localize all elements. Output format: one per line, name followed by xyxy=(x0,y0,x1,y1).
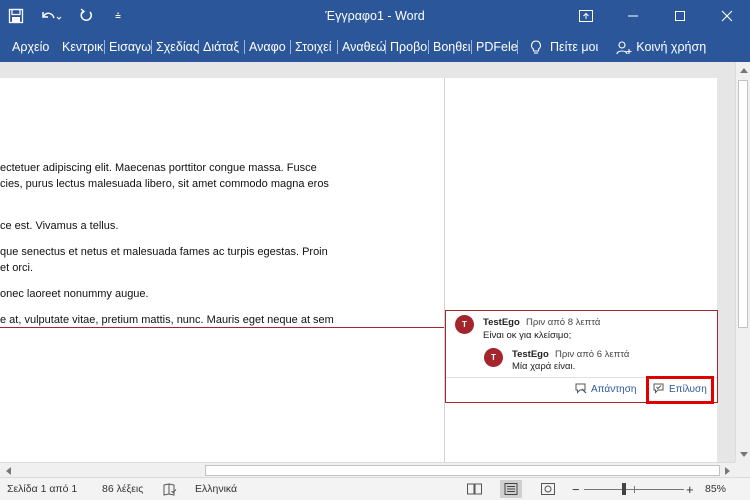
customize-qat-button[interactable]: ⩮ xyxy=(102,0,134,32)
reply-icon xyxy=(575,383,587,394)
undo-icon xyxy=(42,12,62,20)
redo-button[interactable] xyxy=(70,0,102,32)
tab-insert[interactable]: Εισαγω xyxy=(105,32,151,62)
window-controls xyxy=(562,0,750,32)
print-layout-button[interactable] xyxy=(500,480,522,498)
tab-file[interactable]: Αρχείο xyxy=(0,32,58,62)
web-layout-button[interactable] xyxy=(537,480,559,498)
horizontal-scrollbar[interactable] xyxy=(0,462,735,477)
resolve-icon xyxy=(653,383,664,394)
tab-design[interactable]: Σχεδίας xyxy=(152,32,198,62)
save-button[interactable] xyxy=(0,0,32,32)
reply-text: Μία χαρά είναι. xyxy=(512,361,576,372)
scroll-down-arrow[interactable] xyxy=(736,447,750,462)
document-body[interactable]: ectetuer adipiscing elit. Maecenas portt… xyxy=(0,78,444,462)
maximize-button[interactable] xyxy=(656,0,703,32)
zoom-slider-thumb[interactable] xyxy=(622,483,626,495)
resolve-button[interactable]: Επίλυση xyxy=(653,383,707,395)
close-button[interactable] xyxy=(703,0,750,32)
comment-divider xyxy=(446,377,717,378)
zoom-in-button[interactable]: + xyxy=(686,478,694,500)
page-count[interactable]: Σελίδα 1 από 1 xyxy=(7,478,77,500)
chevron-left-icon xyxy=(5,466,11,475)
document-line: et orci. xyxy=(0,262,34,274)
proofing-status[interactable] xyxy=(163,478,177,500)
read-mode-button[interactable] xyxy=(463,480,485,498)
redo-icon xyxy=(80,8,92,22)
save-icon xyxy=(8,8,24,24)
customize-qat-icon: ⩮ xyxy=(115,10,121,22)
print-layout-icon xyxy=(504,483,518,495)
comment-thread[interactable]: T TestEgo Πριν από 8 λεπτά Είναι οκ για … xyxy=(445,310,718,403)
zoom-out-button[interactable]: − xyxy=(572,478,580,500)
avatar: T xyxy=(455,315,474,334)
minimize-icon xyxy=(627,15,638,17)
vertical-scroll-thumb[interactable] xyxy=(738,80,748,328)
tab-mailings[interactable]: Στοιχεί xyxy=(291,32,337,62)
lightbulb-icon xyxy=(531,39,541,54)
tab-home[interactable]: Κεντρικ xyxy=(58,32,104,62)
document-line: cies, purus lectus malesuada libero, sit… xyxy=(0,178,329,190)
tab-review[interactable]: Αναθεώ xyxy=(338,32,385,62)
reply-button[interactable]: Απάντηση xyxy=(575,383,636,395)
tab-view[interactable]: Προβο xyxy=(386,32,428,62)
undo-button[interactable] xyxy=(32,0,70,32)
maximize-icon xyxy=(674,11,685,21)
read-mode-icon xyxy=(466,483,482,495)
share-button[interactable]: Κοινή χρήση xyxy=(598,32,706,62)
scroll-right-arrow[interactable] xyxy=(720,463,735,478)
reply-time: Πριν από 6 λεπτά xyxy=(555,349,630,360)
chevron-down-icon xyxy=(739,451,748,457)
zoom-level[interactable]: 85% xyxy=(705,478,726,500)
vertical-scrollbar[interactable] xyxy=(735,62,750,462)
avatar: T xyxy=(484,348,503,367)
scrollbar-corner xyxy=(735,462,750,477)
title-bar: ⩮ Έγγραφο1 - Word xyxy=(0,0,750,32)
language-indicator[interactable]: Ελληνικά xyxy=(195,478,237,500)
close-icon xyxy=(721,10,732,22)
tell-me-search[interactable]: Πείτε μοι xyxy=(518,32,598,62)
ribbon-display-options-icon xyxy=(578,10,593,22)
document-line: que senectus et netus et malesuada fames… xyxy=(0,246,328,258)
reply-label: Απάντηση xyxy=(591,383,637,395)
horizontal-scroll-thumb[interactable] xyxy=(205,465,720,476)
ribbon-tabs: Αρχείο Κεντρικ Εισαγω Σχεδίας Διάταξ Ανα… xyxy=(0,32,750,62)
comment-text: Είναι οκ για κλείσιμο; xyxy=(483,330,572,341)
status-bar: Σελίδα 1 από 1 86 λέξεις Ελληνικά − + 85… xyxy=(0,477,750,500)
resolve-label: Επίλυση xyxy=(669,383,707,395)
scroll-up-arrow[interactable] xyxy=(736,62,750,77)
minimize-button[interactable] xyxy=(609,0,656,32)
comment-author: TestEgo xyxy=(483,317,520,328)
tab-references[interactable]: Αναφο xyxy=(245,32,290,62)
quick-access-toolbar: ⩮ xyxy=(0,0,134,32)
share-person-icon xyxy=(616,40,632,54)
tab-help[interactable]: Βοηθει xyxy=(429,32,471,62)
tab-pdfelement[interactable]: PDFelei xyxy=(472,32,517,62)
document-area: ectetuer adipiscing elit. Maecenas portt… xyxy=(0,62,735,462)
chevron-right-icon xyxy=(724,466,730,475)
tab-layout[interactable]: Διάταξ xyxy=(199,32,244,62)
markup-area: T TestEgo Πριν από 8 λεπτά Είναι οκ για … xyxy=(444,78,718,462)
commented-line: e at, vulputate vitae, pretium mattis, n… xyxy=(0,314,334,326)
comment-time: Πριν από 8 λεπτά xyxy=(526,317,601,328)
document-line: onec laoreet nonummy augue. xyxy=(0,288,149,300)
scroll-left-arrow[interactable] xyxy=(0,463,15,478)
tell-me-label: Πείτε μοι xyxy=(550,40,599,54)
proofing-book-icon xyxy=(163,483,177,496)
document-line: ce est. Vivamus a tellus. xyxy=(0,220,119,232)
word-count[interactable]: 86 λέξεις xyxy=(102,478,143,500)
chevron-up-icon xyxy=(739,67,748,73)
reply-author: TestEgo xyxy=(512,349,549,360)
share-label: Κοινή χρήση xyxy=(636,40,707,54)
document-line: ectetuer adipiscing elit. Maecenas portt… xyxy=(0,162,317,174)
comment-anchor-line xyxy=(0,327,444,328)
ribbon-display-options-button[interactable] xyxy=(562,0,609,32)
zoom-slider-center-mark xyxy=(634,486,635,493)
web-layout-icon xyxy=(541,483,555,495)
document-page[interactable]: ectetuer adipiscing elit. Maecenas portt… xyxy=(0,78,718,462)
